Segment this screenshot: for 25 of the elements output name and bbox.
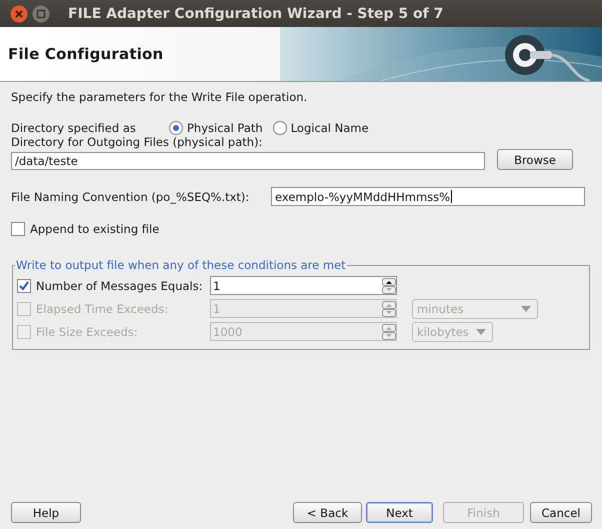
dialog-button[interactable]: Cancel <box>530 502 592 523</box>
dropdown-arrow-icon <box>476 328 486 334</box>
page-title: File Configuration <box>8 45 164 63</box>
window-title: FILE Adapter Configuration Wizard - Step 5 of 7 <box>68 6 444 22</box>
radio-option[interactable]: Physical Path <box>169 121 263 135</box>
directory-field[interactable]: /data/teste <box>11 152 485 170</box>
check-icon <box>18 280 30 292</box>
instruction-text: Specify the parameters for the Write File operation. <box>11 90 308 104</box>
directory-label: Directory for Outgoing Files (physical path): <box>11 135 264 149</box>
condition-checkbox[interactable]: Number of Messages Equals: <box>17 278 210 292</box>
browse-button[interactable]: Browse <box>497 149 573 170</box>
dialog-button[interactable]: Next <box>366 502 433 523</box>
dropdown-arrow-icon <box>521 306 531 312</box>
naming-field[interactable]: exemplo-%yyMMddHHmmss% <box>271 187 585 206</box>
maximize-icon[interactable] <box>32 4 50 22</box>
directory-type-label: Directory specified as <box>11 121 137 135</box>
group-title: Write to output file when any of these conditions are met <box>15 258 347 272</box>
spinner-field[interactable]: 1 <box>210 276 397 295</box>
radio-option[interactable]: Logical Name <box>272 121 369 135</box>
spinner-arrows-icon[interactable] <box>382 278 396 294</box>
close-icon[interactable] <box>10 4 28 22</box>
naming-label: File Naming Convention (po_%SEQ%.txt): <box>11 190 250 204</box>
append-checkbox[interactable]: Append to existing file <box>11 222 160 236</box>
dialog-button[interactable]: < Back <box>293 502 362 523</box>
dialog-button[interactable]: Help <box>11 502 81 523</box>
